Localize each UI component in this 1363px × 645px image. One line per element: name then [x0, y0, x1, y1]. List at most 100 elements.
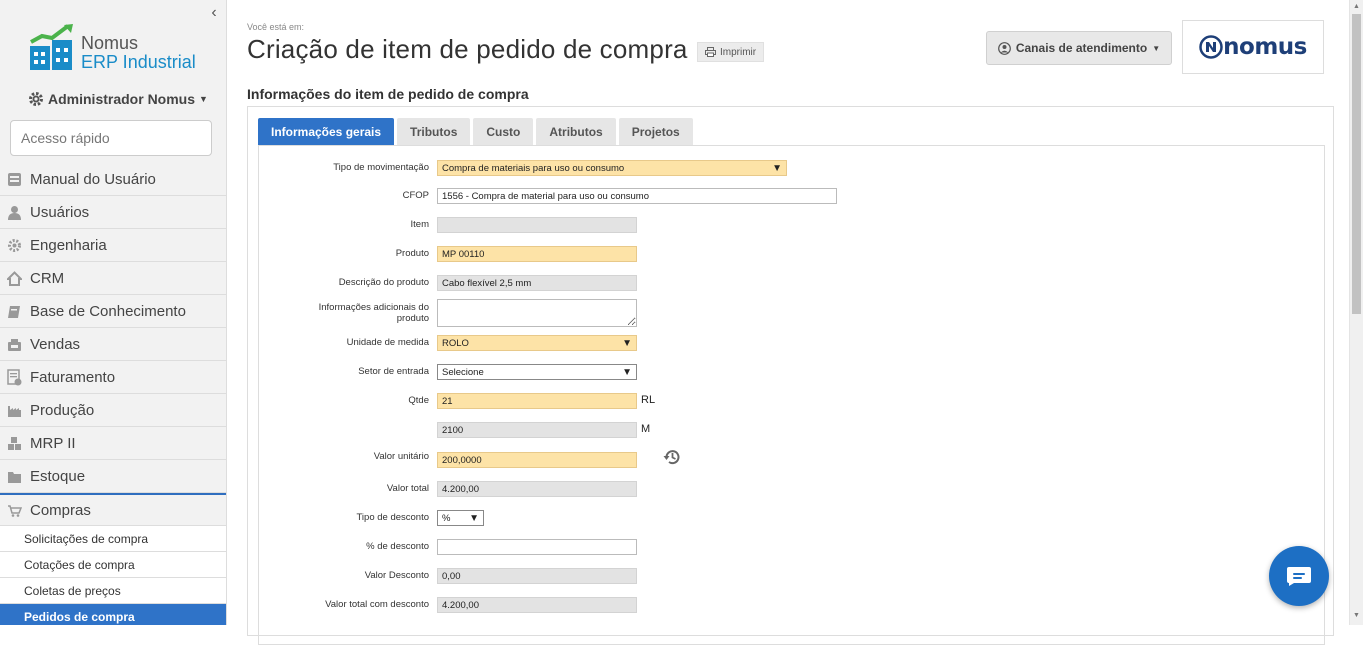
- tab-tributos[interactable]: Tributos: [397, 118, 471, 145]
- sidebar-item-vendas[interactable]: Vendas: [0, 328, 226, 361]
- sidebar-item-label: Vendas: [30, 335, 81, 353]
- chevron-down-icon: ▼: [772, 162, 782, 174]
- logo-icon: [30, 24, 73, 70]
- print-button[interactable]: Imprimir: [697, 42, 765, 62]
- submenu-item-coletas[interactable]: Coletas de preços: [0, 578, 226, 604]
- sidebar-item-estoque[interactable]: Estoque: [0, 460, 226, 493]
- sidebar-item-mrp[interactable]: MRP II: [0, 427, 226, 460]
- cart-icon: [6, 502, 23, 519]
- sidebar-item-manual[interactable]: Manual do Usuário: [0, 163, 226, 196]
- tipo-desconto-value: %: [442, 512, 451, 524]
- info-adicionais-textarea[interactable]: [437, 299, 637, 327]
- sidebar-item-label: Estoque: [30, 467, 86, 485]
- register-icon: [6, 336, 23, 353]
- nomus-logo-icon: [1199, 35, 1223, 59]
- boxes-icon: [6, 435, 23, 452]
- page-scrollbar[interactable]: ▲ ▼: [1349, 0, 1363, 625]
- history-icon[interactable]: [663, 448, 681, 466]
- chat-button[interactable]: [1269, 546, 1329, 606]
- unidade-medida-value: ROLO: [442, 337, 469, 349]
- sidebar-item-label: Produção: [30, 401, 95, 419]
- chat-icon: [1287, 567, 1311, 586]
- sidebar-item-faturamento[interactable]: Faturamento: [0, 361, 226, 394]
- book-icon: [6, 303, 23, 320]
- collapse-sidebar-button[interactable]: ‹: [204, 4, 224, 24]
- user-menu[interactable]: Administrador Nomus ▼: [28, 91, 208, 107]
- sidebar-menu: Manual do Usuário Usuários Engenharia CR…: [0, 163, 226, 625]
- submenu-item-pedidos[interactable]: Pedidos de compra: [0, 604, 226, 625]
- qtde-unit: RL: [641, 394, 656, 406]
- tab-projetos[interactable]: Projetos: [618, 118, 693, 145]
- sidebar-item-crm[interactable]: CRM: [0, 262, 226, 295]
- chevron-down-icon: ▼: [622, 337, 632, 349]
- gear-icon: [29, 92, 43, 106]
- produto-label: Produto: [395, 248, 429, 259]
- chevron-down-icon: ▼: [469, 512, 479, 524]
- submenu-item-solicitacoes[interactable]: Solicitações de compra: [0, 526, 226, 552]
- sidebar-item-label: Base de Conhecimento: [30, 302, 186, 320]
- sidebar-item-label: MRP II: [30, 434, 76, 452]
- valor-desconto-label: Valor Desconto: [364, 570, 429, 581]
- sidebar-item-label: Manual do Usuário: [30, 170, 156, 188]
- logo: Nomus ERP Industrial: [28, 24, 208, 76]
- sidebar: ‹ Nomus ERP Industrial Administrador Nom…: [0, 0, 227, 625]
- gear-icon: [6, 237, 23, 254]
- quick-access-input[interactable]: [10, 120, 212, 156]
- form-panel: Informações gerais Tributos Custo Atribu…: [247, 106, 1334, 645]
- perc-desconto-label: % de desconto: [366, 541, 429, 552]
- page-title: Criação de item de pedido de compra: [247, 34, 688, 64]
- submenu-item-cotacoes[interactable]: Cotações de compra: [0, 552, 226, 578]
- sidebar-item-usuarios[interactable]: Usuários: [0, 196, 226, 229]
- sidebar-item-engenharia[interactable]: Engenharia: [0, 229, 226, 262]
- setor-entrada-value: Selecione: [442, 366, 484, 378]
- manual-icon: [6, 171, 23, 188]
- tipo-desconto-select[interactable]: % ▼: [437, 510, 484, 526]
- sidebar-item-label: Compras: [30, 501, 91, 519]
- sidebar-item-producao[interactable]: Produção: [0, 394, 226, 427]
- item-field: [437, 217, 637, 233]
- user-icon: [6, 204, 23, 221]
- sidebar-item-label: Usuários: [30, 203, 90, 221]
- cfop-label: CFOP: [402, 190, 429, 201]
- printer-icon: [705, 47, 716, 57]
- form-area: Tipo de movimentação Compra de materiais…: [258, 145, 1325, 645]
- unidade-medida-select[interactable]: ROLO ▼: [437, 335, 637, 351]
- tab-informacoes-gerais[interactable]: Informações gerais: [258, 118, 395, 145]
- sidebar-item-base-conhecimento[interactable]: Base de Conhecimento: [0, 295, 226, 328]
- scroll-down-icon[interactable]: ▼: [1353, 612, 1360, 619]
- sidebar-item-label: Faturamento: [30, 368, 116, 386]
- tipo-movimentacao-select[interactable]: Compra de materiais para uso ou consumo …: [437, 160, 787, 176]
- descricao-field: Cabo flexível 2,5 mm: [437, 275, 637, 291]
- main-content: Você está em: Criação de item de pedido …: [227, 0, 1349, 645]
- chevron-down-icon: ▼: [622, 366, 632, 378]
- channels-button[interactable]: Canais de atendimento ▼: [986, 31, 1172, 65]
- qtde-converted-unit: M: [641, 423, 651, 435]
- folder-icon: [6, 468, 23, 485]
- sidebar-item-compras[interactable]: Compras: [0, 493, 226, 526]
- item-label: Item: [410, 219, 429, 230]
- produto-input[interactable]: MP 00110: [437, 246, 637, 262]
- qtde-label: Qtde: [408, 395, 429, 406]
- brand-logo: nomus: [1182, 20, 1324, 74]
- info-adicionais-label: Informações adicionais do produto: [318, 302, 429, 324]
- valor-unitario-label: Valor unitário: [373, 451, 429, 462]
- sidebar-item-label: Engenharia: [30, 236, 107, 254]
- scrollbar-thumb[interactable]: [1352, 14, 1361, 314]
- tab-custo[interactable]: Custo: [473, 118, 534, 145]
- tipo-desconto-label: Tipo de desconto: [356, 512, 429, 523]
- valor-total-desconto-field: 4.200,00: [437, 597, 637, 613]
- tab-bar: Informações gerais Tributos Custo Atribu…: [258, 118, 693, 145]
- section-title: Informações do item de pedido de compra: [247, 86, 529, 102]
- valor-unitario-input[interactable]: 200,0000: [437, 452, 637, 468]
- print-label: Imprimir: [720, 46, 757, 58]
- qtde-input[interactable]: 21: [437, 393, 637, 409]
- logo-text-line2: ERP Industrial: [81, 52, 196, 72]
- setor-entrada-select[interactable]: Selecione ▼: [437, 364, 637, 380]
- cfop-input[interactable]: 1556 - Compra de material para uso ou co…: [437, 188, 837, 204]
- setor-entrada-label: Setor de entrada: [358, 366, 429, 377]
- caret-down-icon: ▼: [1152, 43, 1161, 53]
- perc-desconto-input[interactable]: [437, 539, 637, 555]
- qtde-converted-field: 2100: [437, 422, 637, 438]
- tab-atributos[interactable]: Atributos: [536, 118, 616, 145]
- scroll-up-icon[interactable]: ▲: [1353, 3, 1360, 10]
